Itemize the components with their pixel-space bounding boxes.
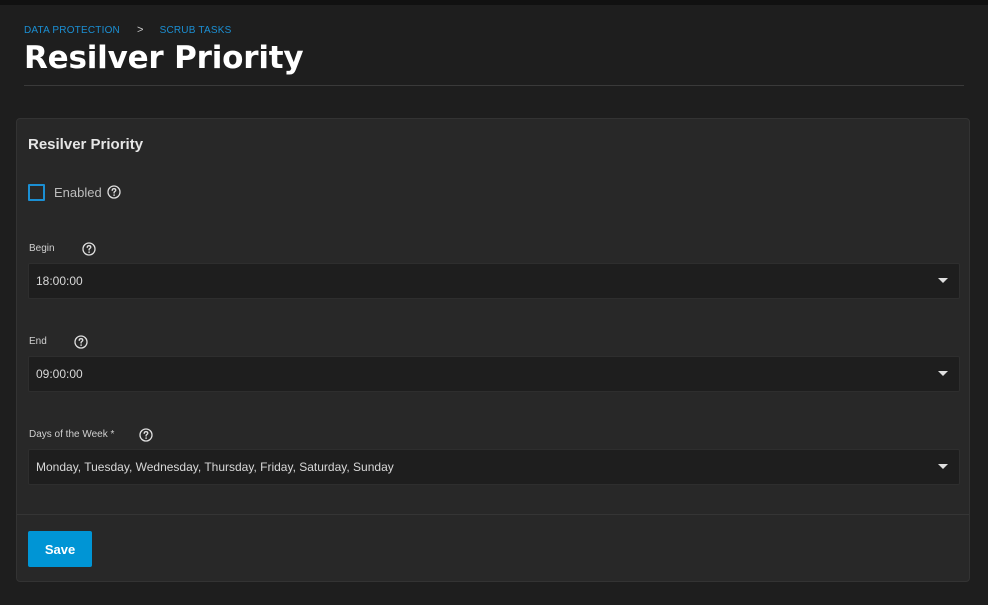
end-value: 09:00:00 xyxy=(36,367,83,381)
end-label: End xyxy=(29,336,47,347)
end-select[interactable]: 09:00:00 xyxy=(28,356,960,392)
begin-label: Begin xyxy=(29,243,55,254)
begin-value: 18:00:00 xyxy=(36,274,83,288)
card-title: Resilver Priority xyxy=(28,136,144,153)
breadcrumb-item-scrub-tasks[interactable]: SCRUB TASKS xyxy=(160,25,232,36)
top-bar xyxy=(0,0,988,5)
breadcrumb-separator: > xyxy=(136,24,144,36)
breadcrumb-item-data-protection[interactable]: DATA PROTECTION xyxy=(24,25,120,36)
caret-down-icon xyxy=(938,371,948,376)
save-button[interactable]: Save xyxy=(28,531,92,567)
enabled-checkbox[interactable] xyxy=(28,184,45,201)
help-icon[interactable] xyxy=(138,427,153,442)
breadcrumb: DATA PROTECTION > SCRUB TASKS xyxy=(24,22,964,38)
enabled-label[interactable]: Enabled xyxy=(54,185,102,200)
page-header: DATA PROTECTION > SCRUB TASKS Resilver P… xyxy=(24,22,964,77)
days-value: Monday, Tuesday, Wednesday, Thursday, Fr… xyxy=(36,460,394,474)
page-title: Resilver Priority xyxy=(24,40,304,76)
header-divider xyxy=(24,85,964,86)
caret-down-icon xyxy=(938,278,948,283)
card-divider xyxy=(17,514,969,515)
days-label: Days of the Week * xyxy=(29,429,115,440)
help-icon[interactable] xyxy=(107,184,122,199)
help-icon[interactable] xyxy=(74,334,89,349)
end-label-row: End xyxy=(29,334,89,349)
enabled-row: Enabled xyxy=(28,184,122,201)
begin-select[interactable]: 18:00:00 xyxy=(28,263,960,299)
resilver-priority-card: Resilver Priority Enabled Begin 18:00:00… xyxy=(16,118,970,582)
help-icon[interactable] xyxy=(82,241,97,256)
caret-down-icon xyxy=(938,464,948,469)
days-label-row: Days of the Week * xyxy=(29,427,153,442)
begin-label-row: Begin xyxy=(29,241,97,256)
days-of-week-select[interactable]: Monday, Tuesday, Wednesday, Thursday, Fr… xyxy=(28,449,960,485)
